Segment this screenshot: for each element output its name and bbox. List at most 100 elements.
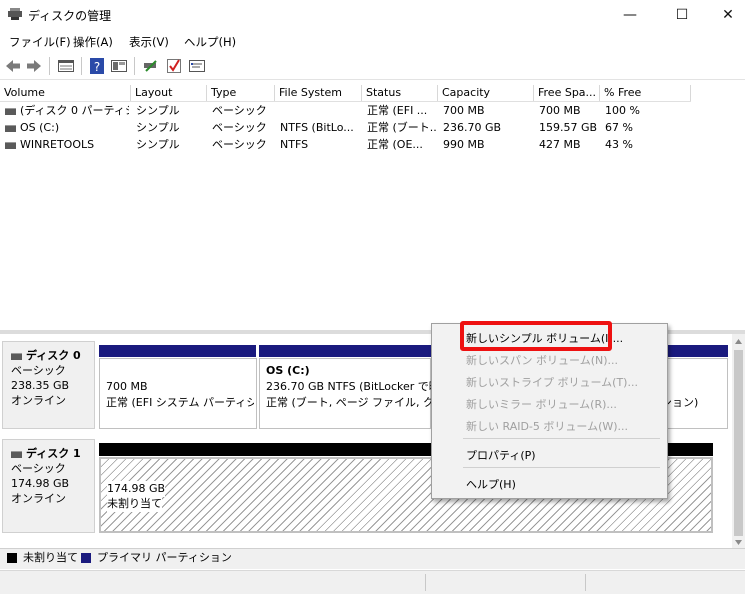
partition-bar-recovery xyxy=(666,345,728,357)
maximize-button[interactable]: ☐ xyxy=(659,0,705,30)
free-cell: 159.57 GB xyxy=(539,121,598,134)
scroll-down-icon[interactable] xyxy=(734,538,743,547)
disk-state: オンライン xyxy=(11,492,66,505)
menu-separator xyxy=(463,438,660,439)
disk-state: オンライン xyxy=(11,394,66,407)
disk-name: ディスク 0 xyxy=(26,349,81,362)
disk-size: 238.35 GB xyxy=(11,379,70,392)
column-file-system[interactable]: File System xyxy=(275,85,362,101)
legend-label-unallocated: 未割り当て xyxy=(23,551,78,564)
capacity-cell: 990 MB xyxy=(443,138,485,151)
toolbar-separator xyxy=(134,57,135,75)
legend-swatch-unallocated xyxy=(7,553,17,563)
volume-cell: OS (C:) xyxy=(5,120,129,136)
connect-icon[interactable] xyxy=(142,57,160,75)
unallocated-label: 未割り当て xyxy=(107,496,162,512)
status-divider xyxy=(585,574,586,591)
disk-kind: ベーシック xyxy=(11,462,66,475)
svg-text:?: ? xyxy=(94,60,100,74)
drive-icon xyxy=(5,141,16,149)
disk-icon xyxy=(11,352,22,360)
disk-icon xyxy=(11,450,22,458)
menu-view[interactable]: 表示(V) xyxy=(129,34,169,50)
capacity-cell: 236.70 GB xyxy=(443,121,502,134)
free-cell: 427 MB xyxy=(539,138,581,151)
disk-0-label[interactable]: ディスク 0 ベーシック 238.35 GB オンライン xyxy=(2,341,95,429)
menu-action[interactable]: 操作(A) xyxy=(73,34,113,50)
status-cell: 正常 (OE... xyxy=(367,138,423,151)
layout-cell: シンプル xyxy=(136,121,180,134)
partition-os-c[interactable]: OS (C:) 236.70 GB NTFS (BitLocker で暗号化) … xyxy=(259,358,431,429)
volume-cell: WINRETOOLS xyxy=(5,137,129,153)
column-layout[interactable]: Layout xyxy=(131,85,207,101)
volume-cell: (ディスク 0 パーティシ... xyxy=(5,103,129,119)
disk-list-icon[interactable] xyxy=(57,57,75,75)
column-type[interactable]: Type xyxy=(207,85,275,101)
partition-recovery[interactable]: ション) xyxy=(661,358,728,429)
disk-size: 174.98 GB xyxy=(11,477,70,490)
drive-icon xyxy=(5,124,16,132)
partition-title: OS (C:) xyxy=(266,364,310,377)
type-cell: ベーシック xyxy=(212,104,267,117)
layout-cell: シンプル xyxy=(136,138,180,151)
scrollbar-thumb[interactable] xyxy=(734,350,743,536)
header-divider xyxy=(0,101,691,102)
column-percent-free[interactable]: % Free xyxy=(600,85,691,101)
forward-icon[interactable] xyxy=(25,57,43,75)
menu-help-item[interactable]: ヘルプ(H) xyxy=(466,476,516,492)
pct-cell: 100 % xyxy=(605,104,640,117)
toolbar-separator xyxy=(49,57,50,75)
partition-efi[interactable]: 700 MB 正常 (EFI システム パーティション) xyxy=(99,358,257,429)
menu-help[interactable]: ヘルプ(H) xyxy=(184,34,236,50)
partition-status: 正常 (ブート, ページ ファイル, クラッシュ ダンプ xyxy=(266,396,431,409)
close-button[interactable]: ✕ xyxy=(705,0,745,30)
fs-cell: NTFS (BitLo... xyxy=(280,121,354,134)
type-cell: ベーシック xyxy=(212,121,267,134)
menu-new-striped-volume: 新しいストライプ ボリューム(T)... xyxy=(466,376,638,389)
menu-new-raid5-volume: 新しい RAID-5 ボリューム(W)... xyxy=(466,420,629,433)
window-title: ディスクの管理 xyxy=(28,9,112,23)
status-cell: 正常 (EFI ... xyxy=(367,104,428,117)
menu-new-spanned-volume: 新しいスパン ボリューム(N)... xyxy=(466,354,619,367)
unallocated-size: 174.98 GB xyxy=(107,481,166,497)
fs-cell: NTFS xyxy=(280,138,309,151)
partition-bar-os xyxy=(259,345,431,357)
column-volume[interactable]: Volume xyxy=(0,85,131,101)
toolbar-separator xyxy=(81,57,82,75)
type-cell: ベーシック xyxy=(212,138,267,151)
status-divider xyxy=(425,574,426,591)
capacity-cell: 700 MB xyxy=(443,104,485,117)
menu-properties[interactable]: プロパティ(P) xyxy=(466,447,536,463)
disk-kind: ベーシック xyxy=(11,364,66,377)
highlight-box xyxy=(460,321,612,351)
check-icon[interactable] xyxy=(165,57,183,75)
free-cell: 700 MB xyxy=(539,104,581,117)
properties-icon[interactable] xyxy=(188,57,206,75)
minimize-button[interactable]: — xyxy=(607,0,653,30)
legend-swatch-primary xyxy=(81,553,91,563)
help-icon[interactable]: ? xyxy=(88,57,106,75)
disk-view-icon[interactable] xyxy=(110,57,128,75)
column-status[interactable]: Status xyxy=(362,85,438,101)
scroll-up-icon[interactable] xyxy=(734,337,743,346)
status-cell: 正常 (ブート... xyxy=(367,121,437,134)
column-capacity[interactable]: Capacity xyxy=(438,85,534,101)
menu-new-mirrored-volume: 新しいミラー ボリューム(R)... xyxy=(466,398,617,411)
menu-separator xyxy=(463,467,660,468)
legend-label-primary: プライマリ パーティション xyxy=(97,551,232,564)
partition-size: 236.70 GB NTFS (BitLocker で暗号化) xyxy=(266,380,431,393)
disk-1-label[interactable]: ディスク 1 ベーシック 174.98 GB オンライン xyxy=(2,439,95,533)
partition-status: 正常 (EFI システム パーティション) xyxy=(106,396,254,409)
back-icon[interactable] xyxy=(4,57,22,75)
pct-cell: 43 % xyxy=(605,138,633,151)
layout-cell: シンプル xyxy=(136,104,180,117)
menu-file[interactable]: ファイル(F) xyxy=(9,34,71,50)
status-bar xyxy=(0,570,745,594)
drive-icon xyxy=(5,107,16,115)
disk-name: ディスク 1 xyxy=(26,447,81,460)
column-free-space[interactable]: Free Spa... xyxy=(534,85,600,101)
pct-cell: 67 % xyxy=(605,121,633,134)
partition-bar-efi xyxy=(99,345,256,357)
partition-size: 700 MB xyxy=(106,380,148,393)
disk-management-app-icon xyxy=(8,8,22,20)
